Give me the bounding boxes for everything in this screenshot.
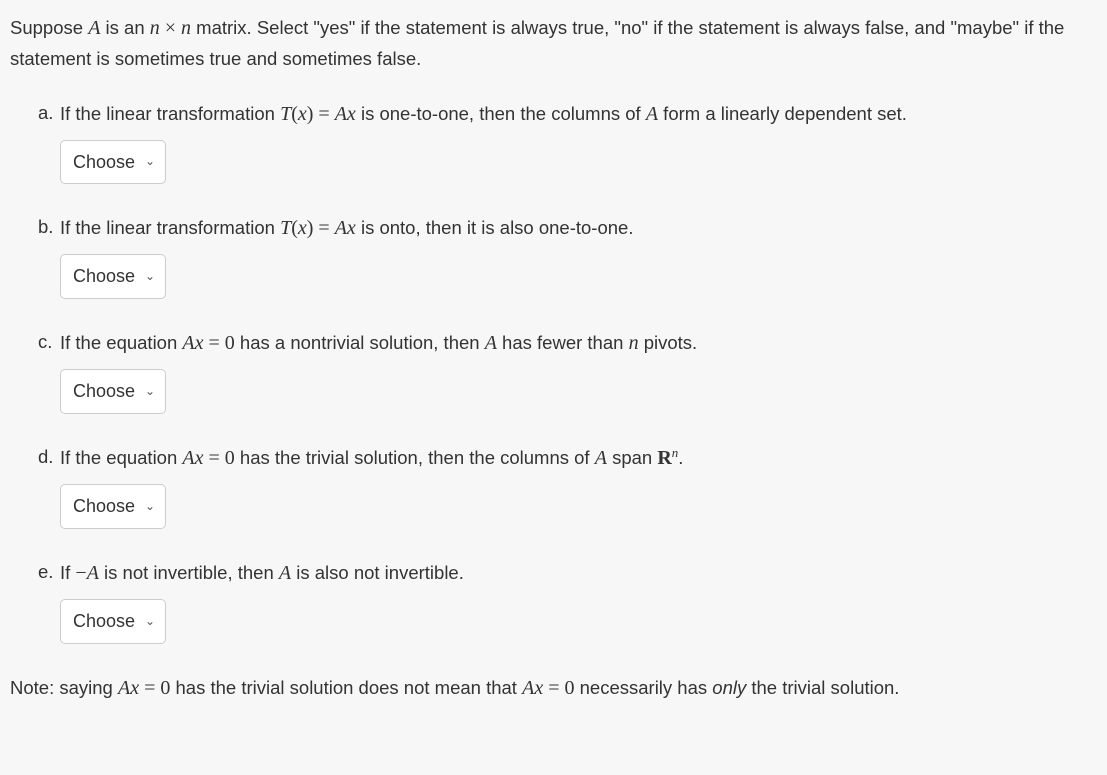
question-letter: e. (38, 557, 60, 587)
math-A: A (595, 447, 607, 469)
question-text: If −A is not invertible, then A is also … (60, 557, 1097, 589)
question-text: If the equation Ax = 0 has the trivial s… (60, 442, 1097, 474)
math-paren-eq: ) = (307, 103, 335, 125)
question-letter: d. (38, 442, 60, 472)
math-R: R (657, 447, 671, 469)
math-x: x (130, 677, 139, 699)
question-b: b. If the linear transformation T(x) = A… (38, 212, 1097, 299)
text: Suppose (10, 17, 88, 38)
math-A: A (182, 447, 194, 469)
text: Note: saying (10, 677, 118, 698)
math-A: A (646, 103, 658, 125)
text: form a linearly dependent set. (658, 103, 907, 124)
math-T: T (280, 103, 291, 125)
text: has fewer than (497, 332, 629, 353)
text: is not invertible, then (99, 562, 279, 583)
text: is an (100, 17, 149, 38)
chevron-down-icon: ⌄ (145, 152, 155, 171)
text: If (60, 562, 75, 583)
question-text: If the linear transformation T(x) = Ax i… (60, 98, 1097, 130)
math-n: n (150, 17, 160, 39)
text: span (607, 447, 657, 468)
text: has the trivial solution, then the colum… (235, 447, 595, 468)
text: is onto, then it is also one-to-one. (356, 217, 634, 238)
math-times: × (160, 17, 181, 39)
question-e: e. If −A is not invertible, then A is al… (38, 557, 1097, 644)
math-x: x (195, 447, 204, 469)
select-label: Choose (73, 492, 135, 521)
answer-select-e[interactable]: Choose ⌄ (60, 599, 166, 644)
question-a: a. If the linear transformation T(x) = A… (38, 98, 1097, 185)
math-n: n (181, 17, 191, 39)
text: If the equation (60, 447, 182, 468)
math-T: T (280, 217, 291, 239)
text: If the equation (60, 332, 182, 353)
text: pivots. (639, 332, 698, 353)
text: If the linear transformation (60, 217, 280, 238)
question-list: a. If the linear transformation T(x) = A… (10, 98, 1097, 644)
question-d: d. If the equation Ax = 0 has the trivia… (38, 442, 1097, 529)
math-paren-eq: ) = (307, 217, 335, 239)
math-x: x (298, 217, 307, 239)
select-label: Choose (73, 148, 135, 177)
math-A: A (485, 332, 497, 354)
math-paren: ( (291, 217, 298, 239)
question-letter: b. (38, 212, 60, 242)
math-x: x (347, 103, 356, 125)
text: necessarily has (574, 677, 712, 698)
answer-select-d[interactable]: Choose ⌄ (60, 484, 166, 529)
math-x: x (298, 103, 307, 125)
intro-text: Suppose A is an n × n matrix. Select "ye… (10, 12, 1097, 74)
note-text: Note: saying Ax = 0 has the trivial solu… (10, 672, 1097, 704)
math-A: A (88, 17, 100, 39)
text: has the trivial solution does not mean t… (170, 677, 522, 698)
question-text: If the linear transformation T(x) = Ax i… (60, 212, 1097, 244)
math-x: x (534, 677, 543, 699)
text: has a nontrivial solution, then (235, 332, 485, 353)
select-label: Choose (73, 262, 135, 291)
text: is also not invertible. (291, 562, 464, 583)
math-eq-zero: = 0 (204, 447, 235, 469)
math-neg: − (75, 562, 86, 584)
math-A: A (279, 562, 291, 584)
math-A: A (335, 103, 347, 125)
question-letter: a. (38, 98, 60, 128)
math-n: n (629, 332, 639, 354)
chevron-down-icon: ⌄ (145, 382, 155, 401)
chevron-down-icon: ⌄ (145, 497, 155, 516)
math-A: A (522, 677, 534, 699)
math-A: A (118, 677, 130, 699)
math-A: A (182, 332, 194, 354)
question-text: If the equation Ax = 0 has a nontrivial … (60, 327, 1097, 359)
text: . (678, 447, 683, 468)
math-eq-zero: = 0 (543, 677, 574, 699)
question-letter: c. (38, 327, 60, 357)
answer-select-a[interactable]: Choose ⌄ (60, 140, 166, 185)
math-eq-zero: = 0 (139, 677, 170, 699)
question-c: c. If the equation Ax = 0 has a nontrivi… (38, 327, 1097, 414)
answer-select-c[interactable]: Choose ⌄ (60, 369, 166, 414)
answer-select-b[interactable]: Choose ⌄ (60, 254, 166, 299)
chevron-down-icon: ⌄ (145, 267, 155, 286)
math-x: x (347, 217, 356, 239)
math-A: A (87, 562, 99, 584)
text: is one-to-one, then the columns of (356, 103, 646, 124)
math-paren: ( (291, 103, 298, 125)
math-eq-zero: = 0 (204, 332, 235, 354)
math-x: x (195, 332, 204, 354)
text: If the linear transformation (60, 103, 280, 124)
chevron-down-icon: ⌄ (145, 612, 155, 631)
select-label: Choose (73, 607, 135, 636)
emphasis-only: only (712, 677, 746, 698)
select-label: Choose (73, 377, 135, 406)
text: the trivial solution. (746, 677, 899, 698)
math-A: A (335, 217, 347, 239)
